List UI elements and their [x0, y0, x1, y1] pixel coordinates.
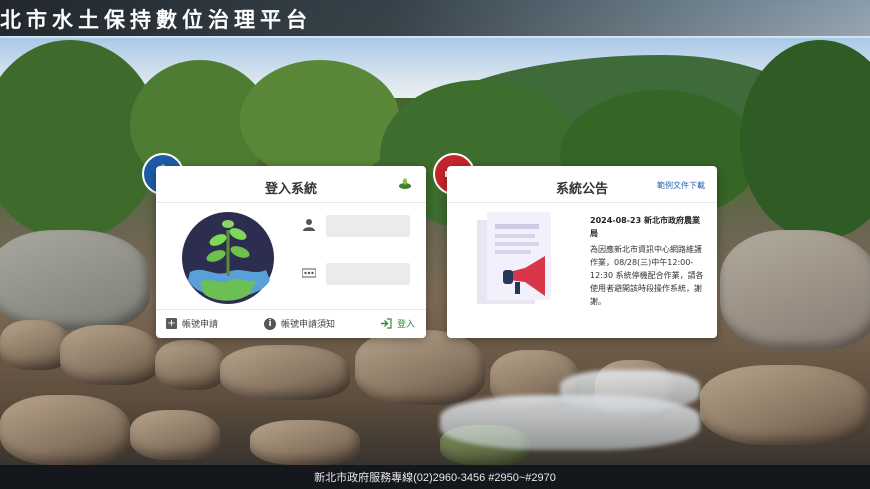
- login-footer: + 帳號申請 i 帳號申請須知 登入: [156, 309, 426, 338]
- password-icon: [302, 268, 316, 278]
- plant-icon: [399, 178, 411, 189]
- platform-title: 北市水土保持數位治理平台: [0, 7, 312, 32]
- login-arrow-icon: [381, 318, 392, 329]
- rock: [60, 325, 160, 385]
- username-input[interactable]: [326, 215, 410, 237]
- water-stream: [560, 370, 700, 410]
- rock: [0, 395, 130, 465]
- username-row: [302, 215, 412, 237]
- login-label: 登入: [397, 320, 416, 330]
- rock: [155, 340, 225, 390]
- login-title: 登入系統: [264, 182, 317, 197]
- apply-notice-link[interactable]: i 帳號申請須知: [264, 317, 335, 330]
- password-input[interactable]: [326, 263, 410, 285]
- earth-plant-illustration: [182, 212, 274, 304]
- user-icon: [303, 219, 315, 231]
- background-scene: [0, 0, 870, 489]
- announcement-card: 系統公告 範例文件下載 2024-08-23 新北市政府農業局 為因應新北市資訊…: [447, 166, 717, 338]
- login-button[interactable]: 登入: [380, 317, 415, 330]
- announcement-content: 2024-08-23 新北市政府農業局 為因應新北市資訊中心網路維護作業，08/…: [590, 214, 706, 308]
- rock: [130, 410, 220, 460]
- rock: [720, 230, 870, 350]
- footer-bar: 新北市政府服務專線(02)2960-3456 #2950~#2970: [0, 465, 870, 489]
- apply-account-link[interactable]: + 帳號申請: [166, 317, 218, 330]
- header-bar: 北市水土保持數位治理平台: [0, 0, 870, 36]
- rock: [355, 330, 485, 405]
- divider: [156, 202, 426, 203]
- plus-icon: +: [166, 318, 177, 329]
- rock: [220, 345, 350, 400]
- password-row: [302, 263, 412, 285]
- announcement-body: 為因應新北市資訊中心網路維護作業，08/28(三)中午12:00-12:30 系…: [590, 245, 704, 306]
- rock: [700, 365, 870, 445]
- service-hotline: 新北市政府服務專線(02)2960-3456 #2950~#2970: [314, 472, 556, 484]
- tree: [240, 60, 400, 180]
- announcement-illustration: [477, 212, 551, 304]
- rock: [0, 230, 150, 330]
- apply-notice-label: 帳號申請須知: [281, 320, 336, 330]
- info-icon: i: [264, 317, 276, 330]
- apply-account-label: 帳號申請: [182, 320, 219, 330]
- divider: [447, 202, 717, 203]
- sample-download-link[interactable]: 範例文件下載: [657, 180, 705, 191]
- rock: [250, 420, 360, 465]
- announcement-date: 2024-08-23 新北市政府農業局: [590, 216, 700, 238]
- login-card: 登入系統 + 帳號申請 i 帳號申請須知 登入: [156, 166, 426, 338]
